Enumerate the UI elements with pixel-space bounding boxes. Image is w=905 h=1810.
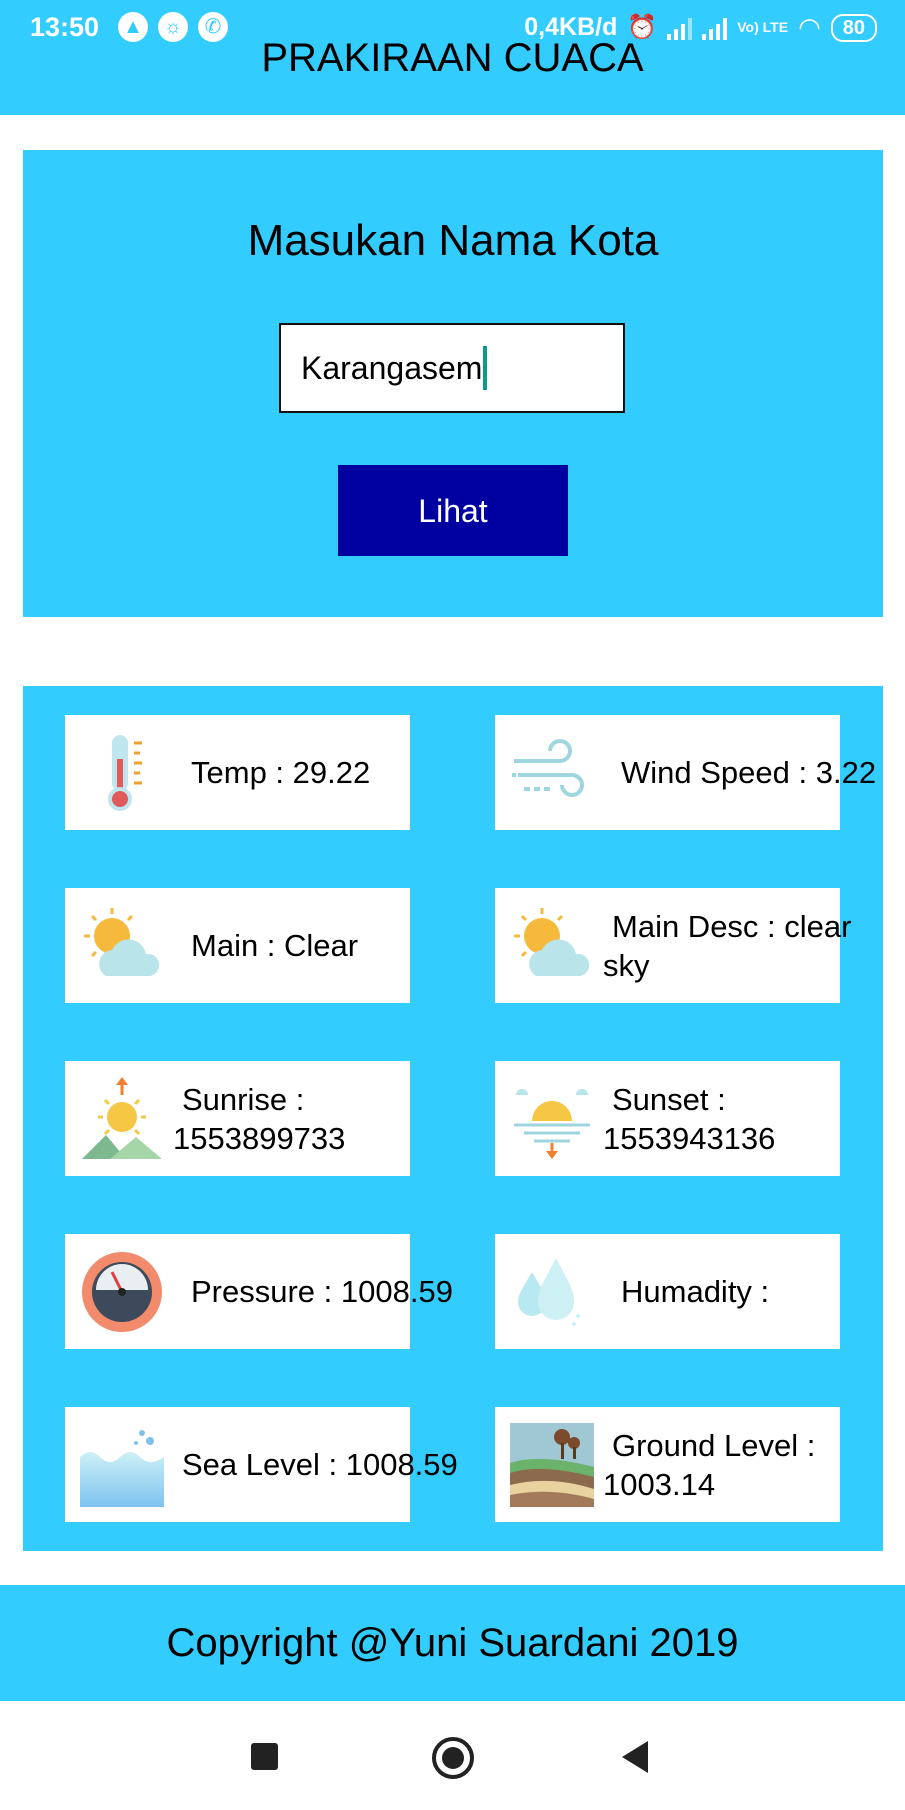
text-cursor — [483, 346, 487, 390]
wind-speed-card: Wind Speed : 3.22 — [495, 715, 876, 830]
sea-level-card: Sea Level : 1008.59 — [65, 1407, 458, 1522]
temp-value: Temp : 29.22 — [191, 755, 371, 790]
ground-level-value: Ground Level : 1003.14 — [603, 1427, 816, 1502]
recent-apps-button[interactable] — [251, 1743, 278, 1770]
thermometer-icon — [108, 735, 142, 811]
weather-info-panel: Temp : 29.22 Wind Speed : 3.22 Main : Cl… — [23, 686, 883, 1551]
sunset-icon — [514, 1089, 590, 1159]
search-heading: Masukan Nama Kota — [247, 216, 659, 265]
back-button[interactable] — [622, 1741, 648, 1773]
pressure-gauge-icon — [82, 1252, 162, 1332]
partly-cloudy-icon — [84, 908, 160, 976]
sunset-value: Sunset : 1553943136 — [603, 1081, 776, 1156]
humidity-card: Humadity : — [495, 1234, 840, 1349]
sunrise-icon — [82, 1077, 162, 1159]
main-desc-value: Main Desc : clear sky — [603, 908, 852, 983]
main-value: Main : Clear — [191, 928, 359, 963]
ground-level-card: Ground Level : 1003.14 — [495, 1407, 840, 1522]
lihat-button[interactable]: Lihat — [338, 465, 568, 556]
partly-cloudy-icon — [514, 908, 590, 976]
app-header: 13:50 ▲ ☼ ✆ 0,4KB/d ⏰ Vo) LTE ◠ 80 PRAKI… — [0, 0, 905, 115]
sea-waves-icon — [80, 1430, 164, 1507]
pressure-value: Pressure : 1008.59 — [191, 1274, 453, 1309]
sunrise-value: Sunrise : 1553899733 — [173, 1081, 346, 1156]
city-input[interactable] — [279, 323, 625, 413]
ground-layers-icon — [510, 1423, 594, 1507]
copyright-text: Copyright @Yuni Suardani 2019 — [166, 1621, 739, 1665]
footer: Copyright @Yuni Suardani 2019 — [0, 1585, 905, 1701]
page-title: PRAKIRAAN CUACA — [261, 36, 644, 80]
main-card: Main : Clear — [65, 888, 410, 1003]
system-nav-bar — [0, 1701, 905, 1810]
humidity-value: Humadity : — [621, 1274, 770, 1309]
temp-card: Temp : 29.22 — [65, 715, 410, 830]
pressure-card: Pressure : 1008.59 — [65, 1234, 453, 1349]
water-drops-icon — [518, 1258, 580, 1326]
sunrise-card: Sunrise : 1553899733 — [65, 1061, 410, 1176]
sea-level-value: Sea Level : 1008.59 — [182, 1447, 458, 1482]
sunset-card: Sunset : 1553943136 — [495, 1061, 840, 1176]
wind-icon — [512, 739, 584, 797]
wind-speed-value: Wind Speed : 3.22 — [621, 755, 877, 790]
home-button[interactable] — [432, 1737, 474, 1779]
main-desc-card: Main Desc : clear sky — [495, 888, 851, 1003]
search-panel: Masukan Nama Kota Lihat — [23, 150, 883, 617]
lte-icon: Vo) LTE — [737, 19, 789, 35]
